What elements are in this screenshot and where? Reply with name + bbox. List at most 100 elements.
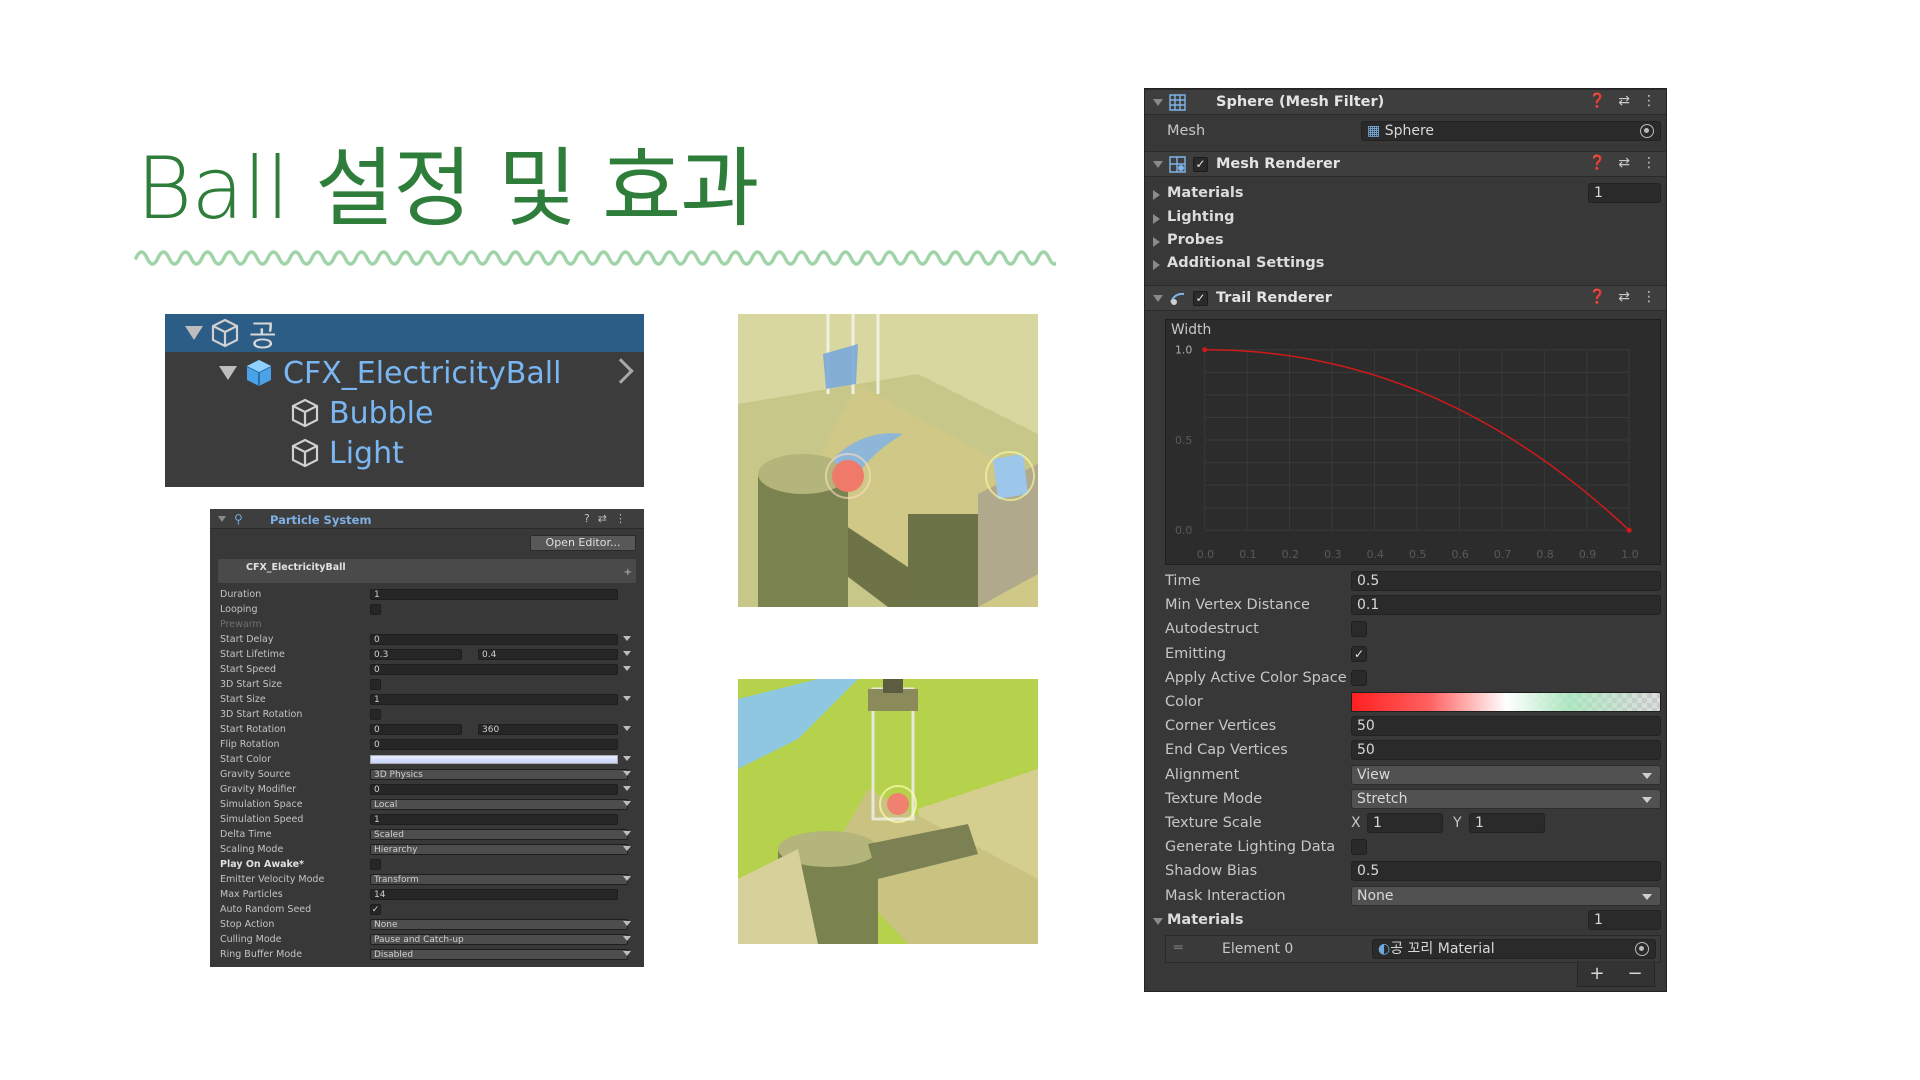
dropdown-arrow-icon[interactable]: [623, 651, 631, 656]
hierarchy-row-cfx[interactable]: CFX_ElectricityBall: [165, 354, 644, 392]
width-curve-editor[interactable]: Width 1.0 0.5 0.0 0.0 0.1 0.2 0.3 0.4 0.5 0.6 0.7 0…: [1165, 319, 1661, 565]
add-element-button[interactable]: +: [1589, 963, 1604, 984]
foldout-arrow-icon[interactable]: [1153, 190, 1160, 200]
collapse-arrow-icon[interactable]: [1153, 295, 1163, 302]
chevron-right-icon[interactable]: [608, 358, 634, 384]
probes-foldout[interactable]: Probes: [1167, 232, 1224, 248]
ps-value-field[interactable]: Hierarchy: [370, 844, 628, 855]
dropdown-arrow-icon[interactable]: [623, 801, 631, 806]
trail-prop-field[interactable]: 0.5: [1351, 861, 1661, 882]
foldout-arrow-icon[interactable]: [1153, 237, 1160, 247]
ps-value-field[interactable]: 1: [370, 814, 618, 825]
module-header[interactable]: CFX_ElectricityBall +: [218, 559, 636, 583]
ps-value-field[interactable]: Scaled: [370, 829, 628, 840]
hierarchy-row-ball[interactable]: 공: [165, 314, 644, 354]
dropdown-arrow-icon[interactable]: [623, 696, 631, 701]
particle-system-header[interactable]: ⚲ Particle System ?⇄⋮: [210, 509, 644, 529]
hierarchy-row-bubble[interactable]: Bubble: [165, 394, 644, 432]
dropdown-arrow-icon[interactable]: [1642, 772, 1652, 779]
dropdown-arrow-icon[interactable]: [1642, 796, 1652, 803]
enabled-checkbox[interactable]: ✓: [1193, 157, 1208, 172]
mesh-renderer-header[interactable]: ✓ Mesh Renderer ❓ ⇄ ⋮: [1145, 151, 1666, 177]
ps-value-field[interactable]: Disabled: [370, 949, 628, 960]
dropdown-arrow-icon[interactable]: [623, 846, 631, 851]
object-picker-icon[interactable]: [1635, 942, 1649, 956]
ps-value-field[interactable]: 1: [370, 694, 618, 705]
trail-prop-field[interactable]: 50: [1351, 740, 1661, 761]
trail-prop-field[interactable]: Stretch: [1351, 788, 1661, 809]
component-tools[interactable]: ❓ ⇄ ⋮: [1589, 93, 1656, 109]
dropdown-arrow-icon[interactable]: [1642, 893, 1652, 900]
ps-checkbox[interactable]: [370, 859, 381, 870]
material-element-row[interactable]: ═ Element 0 ◐공 꼬리 Material: [1165, 935, 1661, 963]
open-editor-button[interactable]: Open Editor...: [530, 535, 636, 551]
ps-value-field[interactable]: 0: [370, 664, 618, 675]
ps-value-field[interactable]: Local: [370, 799, 628, 810]
additional-settings-foldout[interactable]: Additional Settings: [1167, 255, 1324, 271]
trail-prop-field[interactable]: 0.1: [1351, 595, 1661, 616]
dropdown-arrow-icon[interactable]: [623, 666, 631, 671]
trail-prop-checkbox[interactable]: ✓: [1351, 645, 1367, 662]
ps-checkbox[interactable]: [370, 709, 381, 720]
component-tools[interactable]: ❓ ⇄ ⋮: [1589, 155, 1656, 171]
collapse-arrow-icon[interactable]: [1153, 161, 1163, 168]
drag-handle-icon[interactable]: ═: [1174, 940, 1182, 956]
component-tools[interactable]: ❓ ⇄ ⋮: [1589, 289, 1656, 305]
dropdown-arrow-icon[interactable]: [623, 951, 631, 956]
ps-value-field[interactable]: 1: [370, 589, 618, 600]
dropdown-arrow-icon[interactable]: [623, 786, 631, 791]
ps-value-field[interactable]: 0: [370, 634, 618, 645]
lighting-foldout[interactable]: Lighting: [1167, 209, 1235, 225]
dropdown-arrow-icon[interactable]: [623, 921, 631, 926]
dropdown-arrow-icon[interactable]: [623, 936, 631, 941]
mesh-field[interactable]: ▦ Sphere: [1361, 121, 1661, 141]
texture-scale-y-field[interactable]: 1: [1469, 813, 1545, 833]
foldout-arrow-icon[interactable]: [1153, 260, 1160, 270]
mesh-filter-header[interactable]: Sphere (Mesh Filter) ❓ ⇄ ⋮: [1145, 89, 1666, 115]
dropdown-arrow-icon[interactable]: [623, 726, 631, 731]
trail-prop-field[interactable]: 50: [1351, 716, 1661, 737]
enabled-checkbox[interactable]: ✓: [1193, 291, 1208, 306]
trail-prop-checkbox[interactable]: [1351, 669, 1367, 686]
foldout-arrow-icon[interactable]: [1153, 917, 1163, 925]
ps-value-field[interactable]: 3D Physics: [370, 769, 628, 780]
hierarchy-row-light[interactable]: Light: [165, 434, 644, 472]
trail-materials-foldout[interactable]: Materials: [1167, 912, 1244, 928]
ps-value-field[interactable]: 0: [370, 739, 618, 750]
ps-value-field[interactable]: Pause and Catch-up: [370, 934, 628, 945]
ps-value-field[interactable]: None: [370, 919, 628, 930]
foldout-arrow-icon[interactable]: [1153, 214, 1160, 224]
dropdown-arrow-icon[interactable]: [623, 876, 631, 881]
ps-checkbox[interactable]: ✓: [370, 904, 381, 915]
component-tools[interactable]: ?⇄⋮: [584, 512, 634, 525]
trail-materials-count[interactable]: 1: [1588, 909, 1661, 930]
curve-keyframe[interactable]: [1626, 527, 1632, 533]
materials-foldout[interactable]: Materials: [1167, 185, 1244, 201]
dropdown-arrow-icon[interactable]: [623, 831, 631, 836]
ps-value-field[interactable]: 0.3: [370, 649, 462, 660]
curve-keyframe[interactable]: [1202, 347, 1208, 353]
ps-value-field[interactable]: 14: [370, 889, 618, 900]
trail-prop-field[interactable]: None: [1351, 885, 1661, 906]
collapse-arrow-icon[interactable]: [1153, 99, 1163, 106]
ps-value-field[interactable]: Transform: [370, 874, 628, 885]
ps-value-field-max[interactable]: 0.4: [478, 649, 618, 660]
expand-arrow-icon[interactable]: [219, 366, 237, 380]
trail-prop-field[interactable]: 0.5: [1351, 571, 1661, 591]
materials-count-field[interactable]: 1: [1588, 183, 1661, 203]
expand-arrow-icon[interactable]: [185, 326, 203, 340]
start-color-swatch[interactable]: [370, 755, 618, 764]
dropdown-arrow-icon[interactable]: [623, 756, 631, 761]
remove-element-button[interactable]: −: [1627, 963, 1642, 984]
ps-checkbox[interactable]: [370, 604, 381, 615]
object-picker-icon[interactable]: [1640, 124, 1654, 138]
trail-renderer-header[interactable]: ✓ Trail Renderer ❓ ⇄ ⋮: [1145, 285, 1666, 311]
add-module-icon[interactable]: +: [624, 567, 632, 578]
dropdown-arrow-icon[interactable]: [623, 771, 631, 776]
collapse-arrow-icon[interactable]: [218, 516, 226, 522]
material-field[interactable]: ◐공 꼬리 Material: [1372, 939, 1656, 959]
ps-value-field[interactable]: 0: [370, 784, 618, 795]
trail-prop-field[interactable]: View: [1351, 764, 1661, 785]
ps-checkbox[interactable]: [370, 679, 381, 690]
trail-prop-checkbox[interactable]: [1351, 839, 1367, 856]
